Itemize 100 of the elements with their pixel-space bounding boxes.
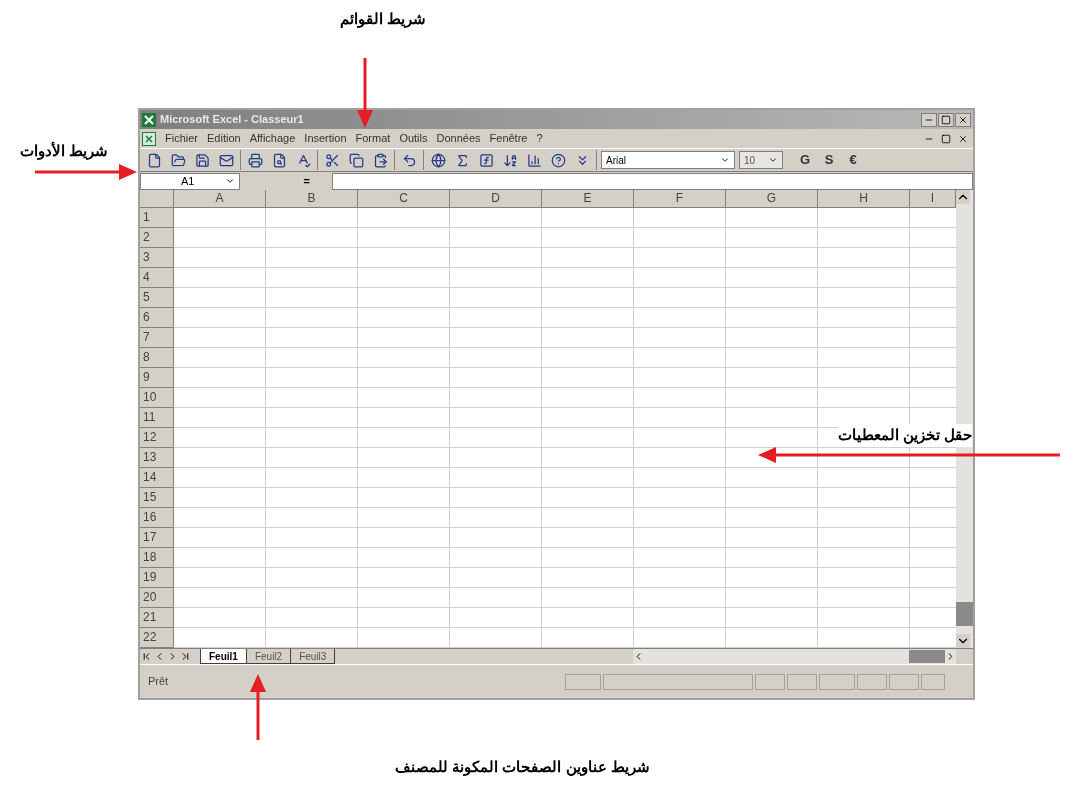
sheet-tab[interactable]: Feuil1 <box>200 649 247 664</box>
font-size: 10 <box>744 153 757 168</box>
format-button[interactable]: S <box>819 150 839 170</box>
row-header[interactable]: 3 <box>140 248 174 268</box>
column-header[interactable]: E <box>542 190 634 208</box>
maximize-button[interactable] <box>938 112 954 127</box>
spreadsheet-icon <box>142 112 156 127</box>
status-panel <box>787 673 817 690</box>
status-panel <box>889 673 919 690</box>
row-header[interactable]: 1 <box>140 208 174 228</box>
sheet-tab[interactable]: Feuil2 <box>246 649 292 664</box>
menu-item[interactable]: Fichier <box>165 130 198 147</box>
undo-icon <box>401 152 417 168</box>
caret-icon <box>768 155 778 165</box>
row-header[interactable]: 5 <box>140 288 174 308</box>
row-header[interactable]: 4 <box>140 268 174 288</box>
cell-reference: A1 <box>181 173 196 189</box>
mail-icon <box>218 152 234 168</box>
last-sheet-icon[interactable] <box>180 651 191 662</box>
minimize-button[interactable] <box>921 112 937 127</box>
row-header[interactable]: 7 <box>140 328 174 348</box>
status-panel <box>857 673 887 690</box>
font-name: Arial <box>606 153 627 168</box>
function-icon <box>478 152 494 168</box>
menu-item[interactable]: Insertion <box>304 130 347 147</box>
status-panel <box>921 673 945 690</box>
status-panel <box>819 673 855 690</box>
status-panel <box>565 673 601 690</box>
chart-icon <box>526 152 542 168</box>
row-header[interactable]: 21 <box>140 608 174 628</box>
caret-icon <box>720 155 730 165</box>
format-button[interactable]: G <box>795 150 815 170</box>
row-header[interactable]: 15 <box>140 488 174 508</box>
paste-icon <box>372 152 388 168</box>
close-icon <box>958 114 968 125</box>
row-header[interactable]: 20 <box>140 588 174 608</box>
column-header[interactable]: B <box>266 190 358 208</box>
row-header[interactable]: 10 <box>140 388 174 408</box>
row-header[interactable]: 2 <box>140 228 174 248</box>
column-header[interactable]: D <box>450 190 542 208</box>
column-header[interactable]: G <box>726 190 818 208</box>
column-header[interactable]: I <box>910 190 956 208</box>
row-header[interactable]: 19 <box>140 568 174 588</box>
row-header[interactable]: 11 <box>140 408 174 428</box>
menu-item[interactable]: Format <box>355 130 391 147</box>
menu-item[interactable]: Outils <box>399 130 428 147</box>
formula-input[interactable] <box>332 172 973 190</box>
close-button[interactable] <box>955 112 971 127</box>
globe-icon <box>430 152 446 168</box>
row-header[interactable]: 8 <box>140 348 174 368</box>
status-text: Prêt <box>148 674 169 690</box>
print-preview-icon <box>271 152 287 168</box>
column-header[interactable]: H <box>818 190 910 208</box>
caret-icon <box>225 176 235 186</box>
row-header[interactable]: 12 <box>140 428 174 448</box>
menu-item[interactable]: Affichage <box>249 130 296 147</box>
equals-button[interactable]: = <box>303 172 310 190</box>
format-button[interactable]: € <box>843 150 863 170</box>
scissors-icon <box>324 152 340 168</box>
scroll-thumb[interactable] <box>909 650 945 663</box>
size-dropdown[interactable]: 10 <box>739 151 783 169</box>
sort-icon <box>502 152 518 168</box>
folder-icon <box>170 152 186 168</box>
close-icon <box>958 133 968 144</box>
first-sheet-icon[interactable] <box>141 651 152 662</box>
sheet-tab[interactable]: Feuil3 <box>291 649 336 664</box>
maximize-icon <box>941 114 951 125</box>
scroll-up-icon <box>956 190 970 204</box>
scroll-thumb[interactable] <box>956 602 973 626</box>
help-icon <box>550 152 566 168</box>
menu-item[interactable]: Données <box>436 130 481 147</box>
font-dropdown[interactable]: Arial <box>601 151 735 169</box>
printer-icon <box>247 152 263 168</box>
horizontal-scrollbar[interactable] <box>633 649 956 664</box>
menu-item[interactable]: Edition <box>207 130 241 147</box>
annotation-arrow <box>357 58 373 128</box>
menu-item[interactable]: ? <box>536 130 543 147</box>
save-icon <box>194 152 210 168</box>
column-header[interactable]: A <box>174 190 266 208</box>
workbook-icon <box>142 131 156 146</box>
annotation-label: شريط الأدوات <box>20 140 109 163</box>
row-header[interactable]: 22 <box>140 628 174 648</box>
scroll-down-icon <box>956 634 970 648</box>
row-header[interactable]: 17 <box>140 528 174 548</box>
row-header[interactable]: 13 <box>140 448 174 468</box>
name-box[interactable]: A1 <box>140 172 240 190</box>
row-header[interactable]: 6 <box>140 308 174 328</box>
annotation-arrow <box>250 674 266 740</box>
column-header[interactable]: C <box>358 190 450 208</box>
row-header[interactable]: 16 <box>140 508 174 528</box>
status-panel <box>755 673 785 690</box>
new-file-icon <box>146 152 162 168</box>
window-title: Microsoft Excel - Classeur1 <box>160 112 305 128</box>
row-header[interactable]: 14 <box>140 468 174 488</box>
row-header[interactable]: 18 <box>140 548 174 568</box>
copy-icon <box>348 152 364 168</box>
restore-icon <box>941 133 951 144</box>
menu-item[interactable]: Fenêtre <box>489 130 528 147</box>
column-header[interactable]: F <box>634 190 726 208</box>
row-header[interactable]: 9 <box>140 368 174 388</box>
